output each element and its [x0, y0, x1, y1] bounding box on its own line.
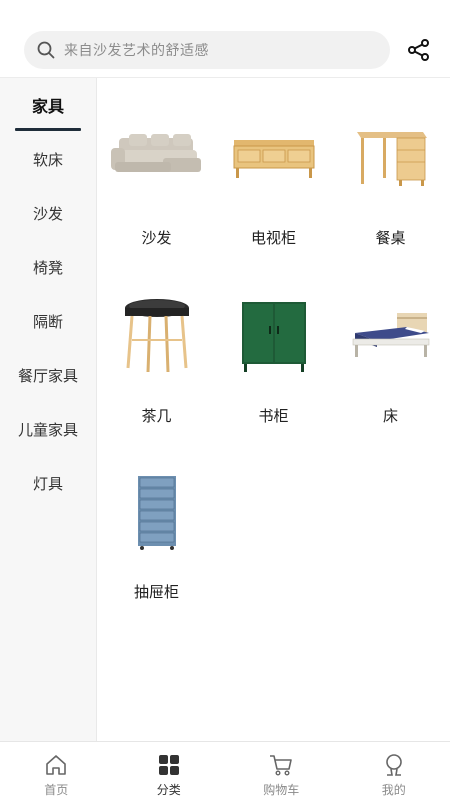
- sidebar-item-label: 餐厅家具: [17, 366, 78, 385]
- sidebar-item-label: 灯具: [32, 474, 63, 493]
- tv-cabinet-image: [224, 108, 324, 207]
- sidebar-item-sofa[interactable]: 沙发: [0, 186, 96, 240]
- top-header: 来自沙发艺术的舒适感: [0, 0, 450, 78]
- tab-profile[interactable]: 我的: [338, 742, 450, 800]
- tab-label: 购物车: [263, 783, 300, 797]
- category-sidebar: 家具 软床 沙发 椅凳 隔断 餐厅家具 儿童家具 灯具: [0, 78, 97, 741]
- product-grid: 沙发 电视柜 餐桌 茶几 书柜 床 抽屉柜: [98, 78, 450, 741]
- product-bed[interactable]: 床: [332, 256, 449, 426]
- product-label: 床: [382, 407, 398, 425]
- product-label: 抽屉柜: [133, 583, 179, 601]
- sidebar-item-label: 儿童家具: [17, 420, 78, 439]
- bookcase-image: [224, 286, 324, 385]
- sidebar-item-partition[interactable]: 隔断: [0, 294, 96, 348]
- product-label: 餐桌: [375, 229, 406, 247]
- product-drawer-cabinet[interactable]: 抽屉柜: [98, 432, 215, 602]
- product-bookcase[interactable]: 书柜: [215, 256, 332, 426]
- product-dining-table[interactable]: 餐桌: [332, 78, 449, 248]
- tab-home[interactable]: 首页: [0, 742, 113, 800]
- tab-label: 分类: [156, 783, 181, 797]
- sidebar-item-chairs[interactable]: 椅凳: [0, 240, 96, 294]
- product-tv-cabinet[interactable]: 电视柜: [215, 78, 332, 248]
- sidebar-item-label: 软床: [32, 150, 63, 169]
- sidebar-item-label: 椅凳: [32, 258, 63, 277]
- sidebar-item-label: 隔断: [32, 312, 63, 331]
- sofa-image: [107, 108, 207, 207]
- tab-label: 首页: [44, 783, 69, 797]
- search-placeholder: 来自沙发艺术的舒适感: [64, 43, 209, 59]
- sidebar-item-label: 家具: [31, 97, 64, 116]
- coffee-table-image: [107, 286, 207, 385]
- sidebar-item-furniture[interactable]: 家具: [0, 78, 96, 132]
- drawer-cabinet-image: [107, 462, 207, 561]
- bottom-tab-bar: 首页 分类 购物车 我的: [0, 741, 450, 800]
- category-icon: [156, 752, 182, 778]
- product-label: 茶几: [141, 407, 172, 425]
- tab-label: 我的: [381, 783, 406, 797]
- active-indicator: [15, 128, 81, 131]
- bed-image: [341, 286, 441, 385]
- home-icon: [43, 752, 69, 778]
- product-coffee-table[interactable]: 茶几: [98, 256, 215, 426]
- product-label: 电视柜: [250, 229, 296, 247]
- product-label: 沙发: [141, 229, 172, 247]
- search-icon: [36, 40, 56, 60]
- share-icon[interactable]: [406, 37, 432, 63]
- sidebar-item-label: 沙发: [32, 204, 63, 223]
- product-label: 书柜: [258, 407, 289, 425]
- sidebar-item-soft-bed[interactable]: 软床: [0, 132, 96, 186]
- tab-category[interactable]: 分类: [113, 742, 226, 800]
- sidebar-item-lighting[interactable]: 灯具: [0, 456, 96, 510]
- cart-icon: [268, 752, 294, 778]
- search-bar[interactable]: 来自沙发艺术的舒适感: [24, 31, 390, 69]
- product-sofa[interactable]: 沙发: [98, 78, 215, 248]
- sidebar-item-dining[interactable]: 餐厅家具: [0, 348, 96, 402]
- tab-cart[interactable]: 购物车: [225, 742, 338, 800]
- profile-icon: [381, 752, 407, 778]
- sidebar-item-kids[interactable]: 儿童家具: [0, 402, 96, 456]
- dining-table-image: [341, 108, 441, 207]
